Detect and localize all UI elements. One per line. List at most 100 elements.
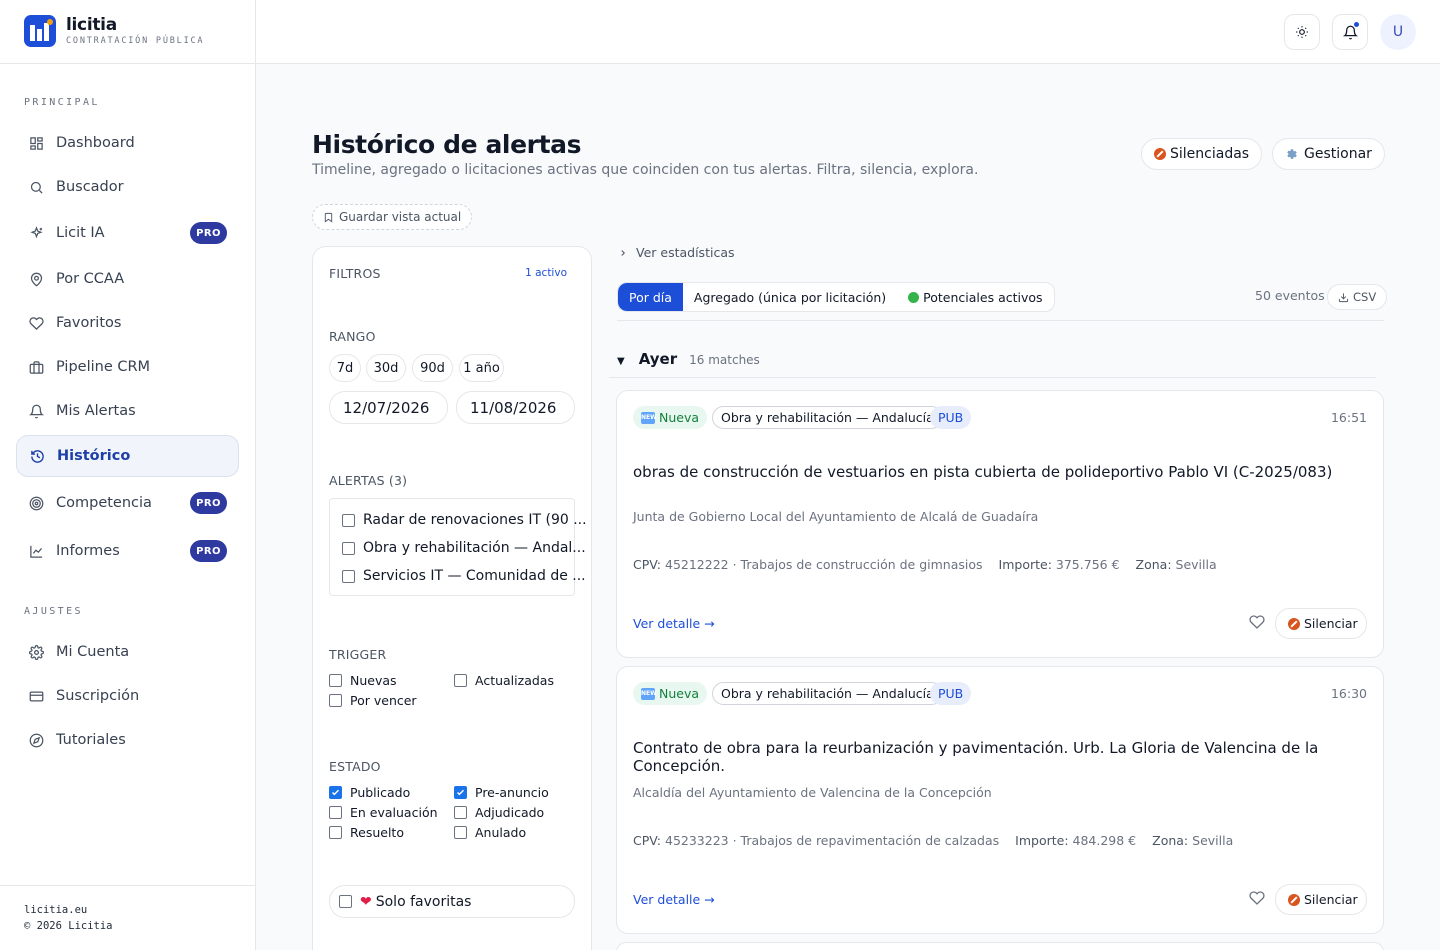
checkbox[interactable] [329,674,342,687]
filters-active-count[interactable]: 1 activo [525,267,567,279]
range-chip-7d[interactable]: 7d [329,354,361,382]
theme-toggle-button[interactable] [1284,14,1320,50]
checkbox[interactable] [454,826,467,839]
day-group-header[interactable]: ▼ Ayer 16 matches [617,350,760,368]
manage-button[interactable]: Gestionar [1272,138,1385,170]
tender-organization: Alcaldía del Ayuntamiento de Valencina d… [633,785,992,800]
mute-icon [1288,617,1300,630]
view-detail-link[interactable]: Ver detalle → [633,892,715,907]
range-chip-30d[interactable]: 30d [366,354,406,382]
map-pin-icon [28,271,44,287]
range-chip-1y[interactable]: 1 año [459,354,504,382]
range-chip-90d[interactable]: 90d [412,354,453,382]
sidebar-item-competencia[interactable]: Competencia PRO [16,482,239,524]
checkbox[interactable] [329,694,342,707]
range-label: RANGO [329,329,376,344]
sidebar-item-label: Suscripción [56,688,140,704]
manage-button-label: Gestionar [1304,146,1372,162]
new-badge-label: Nueva [659,686,700,701]
mute-icon [1288,893,1300,906]
state-adjudicado[interactable]: Adjudicado [454,805,544,820]
sidebar-item-label: Competencia [56,495,152,511]
page-subtitle: Timeline, agregado o licitaciones activa… [312,162,979,178]
new-badge: NEW Nueva [633,406,708,429]
sidebar-item-label: Licit IA [56,225,105,241]
checkbox-checked[interactable] [329,786,342,799]
trigger-por-vencer[interactable]: Por vencer [329,693,417,708]
sidebar-item-pipeline-crm[interactable]: Pipeline CRM [16,346,239,388]
amount-label: Importe: [1015,833,1069,848]
sidebar-item-mi-cuenta[interactable]: Mi Cuenta [16,631,239,673]
view-stats-link[interactable]: Ver estadísticas [618,245,735,260]
tender-title[interactable]: obras de construcción de vestuarios en p… [633,463,1332,481]
csv-export-button[interactable]: CSV [1327,284,1388,310]
silenced-button[interactable]: Silenciadas [1141,138,1263,170]
checkbox[interactable] [339,895,352,908]
date-from-input[interactable]: 12/07/2026 [329,391,448,424]
sidebar-item-suscripcion[interactable]: Suscripción [16,675,239,717]
sidebar-item-historico[interactable]: Histórico [16,435,239,477]
new-badge: NEW Nueva [633,682,708,705]
sidebar-item-informes[interactable]: Informes PRO [16,530,239,572]
tab-agregado[interactable]: Agregado (única por licitación) [683,283,897,311]
checkbox[interactable] [342,569,355,583]
sidebar-item-dashboard[interactable]: Dashboard [16,122,239,164]
heart-icon[interactable] [1248,889,1266,907]
event-time: 16:51 [1330,410,1367,425]
sidebar-item-tutoriales[interactable]: Tutoriales [16,719,239,761]
checkbox-label: Nuevas [350,673,397,688]
silence-button[interactable]: Silenciar [1275,608,1367,639]
sidebar-item-buscador[interactable]: Buscador [16,166,239,208]
alert-option[interactable]: Obra y rehabilitación — Andal... [342,540,586,556]
only-favorites-toggle[interactable]: ❤ Solo favoritas [329,885,575,918]
pro-badge: PRO [190,540,227,562]
tab-potenciales-label: Potenciales activos [923,289,1043,305]
csv-label: CSV [1353,290,1377,304]
checkbox[interactable] [342,541,355,555]
save-view-button[interactable]: Guardar vista actual [312,204,473,230]
checkbox[interactable] [454,806,467,819]
state-label: ESTADO [329,759,381,774]
state-anulado[interactable]: Anulado [454,825,526,840]
tab-por-dia[interactable]: Por día [618,283,683,311]
heart-icon[interactable] [1248,613,1266,631]
alert-option[interactable]: Servicios IT — Comunidad de ... [342,568,586,584]
checkbox[interactable] [329,806,342,819]
state-en-evaluacion[interactable]: En evaluación [329,805,438,820]
checkbox[interactable] [329,826,342,839]
silence-button[interactable]: Silenciar [1275,884,1367,915]
alerts-list: Radar de renovaciones IT (90 ... Obra y … [329,498,587,596]
red-heart-icon: ❤ [360,893,372,910]
sidebar-item-por-ccaa[interactable]: Por CCAA [16,258,239,300]
sidebar-item-favoritos[interactable]: Favoritos [16,302,239,344]
divider [609,377,1376,378]
state-pre-anuncio[interactable]: Pre-anuncio [454,785,549,800]
date-to-input[interactable]: 11/08/2026 [456,391,575,424]
checkbox[interactable] [454,674,467,687]
logo-icon [24,15,56,47]
state-publicado[interactable]: Publicado [329,785,410,800]
alert-event-card: NEW Nueva Obra y rehabilitación — Andaluc… [616,666,1384,934]
sun-icon [1296,26,1308,38]
trigger-actualizadas[interactable]: Actualizadas [454,673,554,688]
view-detail-link[interactable]: Ver detalle → [633,616,715,631]
trigger-label: TRIGGER [329,647,387,662]
tender-title[interactable]: Contrato de obra para la reurbanización … [633,739,1383,775]
trigger-nuevas[interactable]: Nuevas [329,673,397,688]
silence-label: Silenciar [1304,616,1358,631]
sidebar-item-licit-ia[interactable]: Licit IA PRO [16,212,239,254]
amount-value: 375.756 € [1055,557,1120,572]
brand[interactable]: licitia CONTRATACIÓN PÚBLICA [0,0,256,64]
tab-potenciales[interactable]: Potenciales activos [897,283,1053,311]
card-icon [28,688,44,704]
checkbox-checked[interactable] [454,786,467,799]
sidebar-item-mis-alertas[interactable]: Mis Alertas [16,390,239,432]
checkbox-label: Pre-anuncio [475,785,549,800]
sidebar-footer: licitia.eu © 2026 Licitia [0,885,255,950]
avatar[interactable]: U [1380,14,1416,50]
checkbox[interactable] [342,513,355,527]
new-badge-label: Nueva [659,410,700,425]
alert-option[interactable]: Radar de renovaciones IT (90 ... [342,512,587,528]
notifications-button[interactable] [1332,14,1368,50]
state-resuelto[interactable]: Resuelto [329,825,404,840]
